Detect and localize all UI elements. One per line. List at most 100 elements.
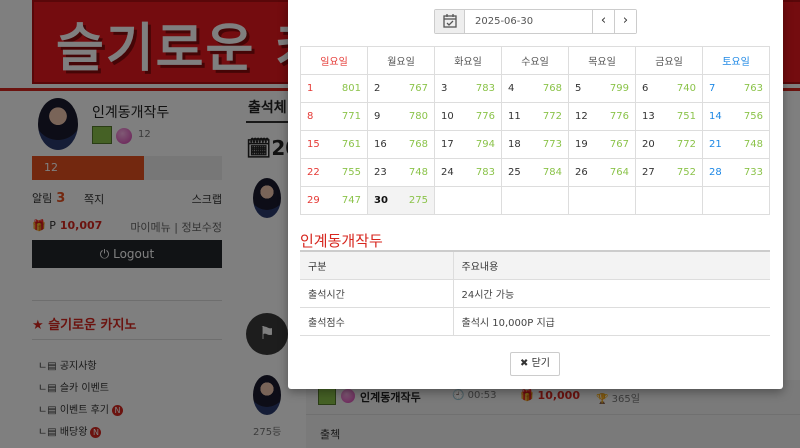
calendar-day-points: 748 [408,167,428,178]
calendar-day-cell[interactable]: 26 764 [568,158,636,187]
weekday-header: 금요일 [635,46,703,75]
prev-month-button[interactable]: ‹ [592,10,614,33]
calendar-day-number: 30 [374,195,388,206]
calendar-day-cell[interactable]: 17 794 [434,130,502,159]
calendar-day-cell[interactable]: 11 772 [501,102,569,131]
chevron-left-icon: ‹ [600,13,607,28]
table-row: 출석점수 출석시 10,000P 지급 [300,307,770,336]
calendar-icon[interactable] [435,10,465,33]
calendar-day-number: 29 [307,195,320,206]
calendar-day-points: 763 [743,83,763,94]
calendar-day-number: 18 [508,139,521,150]
calendar-day-cell[interactable]: 14 756 [702,102,770,131]
calendar-day-number: 4 [508,83,515,94]
chevron-right-icon: › [622,13,629,28]
date-input[interactable] [467,10,591,33]
calendar-empty-cell [702,186,770,215]
calendar-day-cell[interactable]: 1 801 [300,74,368,103]
calendar-day-points: 776 [475,111,495,122]
calendar-day-cell[interactable]: 4 768 [501,74,569,103]
calendar-day-number: 6 [642,83,649,94]
weekday-header: 월요일 [367,46,435,75]
calendar-day-number: 27 [642,167,655,178]
calendar-day-number: 20 [642,139,655,150]
date-picker: ‹ › [434,9,637,34]
calendar-day-cell[interactable]: 23 748 [367,158,435,187]
calendar-day-number: 15 [307,139,320,150]
calendar-day-number: 7 [709,83,716,94]
info-label: 출석시간 [300,279,454,308]
weekday-header: 목요일 [568,46,636,75]
weekday-header-row: 일요일 월요일 화요일 수요일 목요일 금요일 토요일 [300,46,770,75]
calendar-day-cell[interactable]: 21 748 [702,130,770,159]
calendar-day-number: 28 [709,167,722,178]
weekday-header: 화요일 [434,46,502,75]
calendar-day-number: 22 [307,167,320,178]
calendar-day-points: 767 [408,83,428,94]
calendar-day-cell[interactable]: 7 763 [702,74,770,103]
calendar-day-cell[interactable]: 6 740 [635,74,703,103]
calendar-day-number: 17 [441,139,454,150]
calendar-week-row: 8 771 9 780 10 776 11 772 12 776 13 751 14 756 [300,102,770,131]
calendar-day-number: 26 [575,167,588,178]
calendar-day-points: 771 [341,111,361,122]
calendar-day-cell[interactable]: 13 751 [635,102,703,131]
calendar-day-cell[interactable]: 10 776 [434,102,502,131]
calendar-day-cell[interactable]: 19 767 [568,130,636,159]
calendar-day-number: 8 [307,111,314,122]
calendar-day-number: 12 [575,111,588,122]
calendar-day-cell[interactable]: 24 783 [434,158,502,187]
attendance-calendar-modal: ‹ › 일요일 월요일 화요일 수요일 목요일 금요일 토요일 18012767… [288,0,783,389]
calendar-day-cell[interactable]: 3 783 [434,74,502,103]
calendar-day-cell[interactable]: 8 771 [300,102,368,131]
calendar-day-cell[interactable]: 2 767 [367,74,435,103]
calendar-day-cell[interactable]: 12 776 [568,102,636,131]
next-month-button[interactable]: › [614,10,636,33]
calendar-day-points: 801 [341,83,361,94]
calendar-day-points: 755 [341,167,361,178]
calendar-day-number: 11 [508,111,521,122]
calendar-day-points: 783 [475,83,495,94]
calendar-day-points: 794 [475,139,495,150]
calendar-week-row: 29 747 30 275 [300,186,770,215]
calendar-empty-cell [568,186,636,215]
calendar-empty-cell [434,186,502,215]
calendar-week-row: 22 755 23 748 24 783 25 784 26 764 27 752 28 733 [300,158,770,187]
calendar-week-row: 1 801 2 767 3 783 4 768 5 799 6 740 7 763 [300,74,770,103]
attendance-calendar: 일요일 월요일 화요일 수요일 목요일 금요일 토요일 1 801 2 767 3 783… [300,46,770,215]
calendar-day-points: 756 [743,111,763,122]
calendar-day-cell[interactable]: 20 772 [635,130,703,159]
calendar-day-cell[interactable]: 25 784 [501,158,569,187]
calendar-day-cell[interactable]: 9 780 [367,102,435,131]
weekday-header: 수요일 [501,46,569,75]
calendar-day-points: 783 [475,167,495,178]
weekday-header: 토요일 [702,46,770,75]
calendar-day-cell[interactable]: 27 752 [635,158,703,187]
calendar-day-number: 3 [441,83,448,94]
calendar-day-number: 13 [642,111,655,122]
calendar-day-cell[interactable]: 5 799 [568,74,636,103]
calendar-week-row: 15 761 16 768 17 794 18 773 19 767 20 772 21 748 [300,130,770,159]
info-label: 출석점수 [300,307,454,336]
calendar-day-number: 21 [709,139,722,150]
close-button[interactable]: ✖ 닫기 [510,352,560,376]
table-row: 출석시간 24시간 가능 [300,279,770,308]
calendar-empty-cell [635,186,703,215]
calendar-day-cell[interactable]: 22 755 [300,158,368,187]
info-value: 24시간 가능 [453,279,770,308]
calendar-day-number: 23 [374,167,387,178]
calendar-day-cell[interactable]: 28 733 [702,158,770,187]
calendar-day-points: 767 [609,139,629,150]
calendar-day-number: 14 [709,111,722,122]
calendar-day-cell[interactable]: 15 761 [300,130,368,159]
calendar-day-points: 733 [743,167,763,178]
calendar-day-points: 752 [676,167,696,178]
calendar-day-points: 772 [676,139,696,150]
calendar-day-cell[interactable]: 16 768 [367,130,435,159]
calendar-day-number: 25 [508,167,521,178]
calendar-day-cell[interactable]: 30 275 [367,186,435,215]
calendar-day-cell[interactable]: 18 773 [501,130,569,159]
calendar-day-points: 751 [676,111,696,122]
calendar-day-cell[interactable]: 29 747 [300,186,368,215]
info-value: 출석시 10,000P 지급 [453,307,770,336]
